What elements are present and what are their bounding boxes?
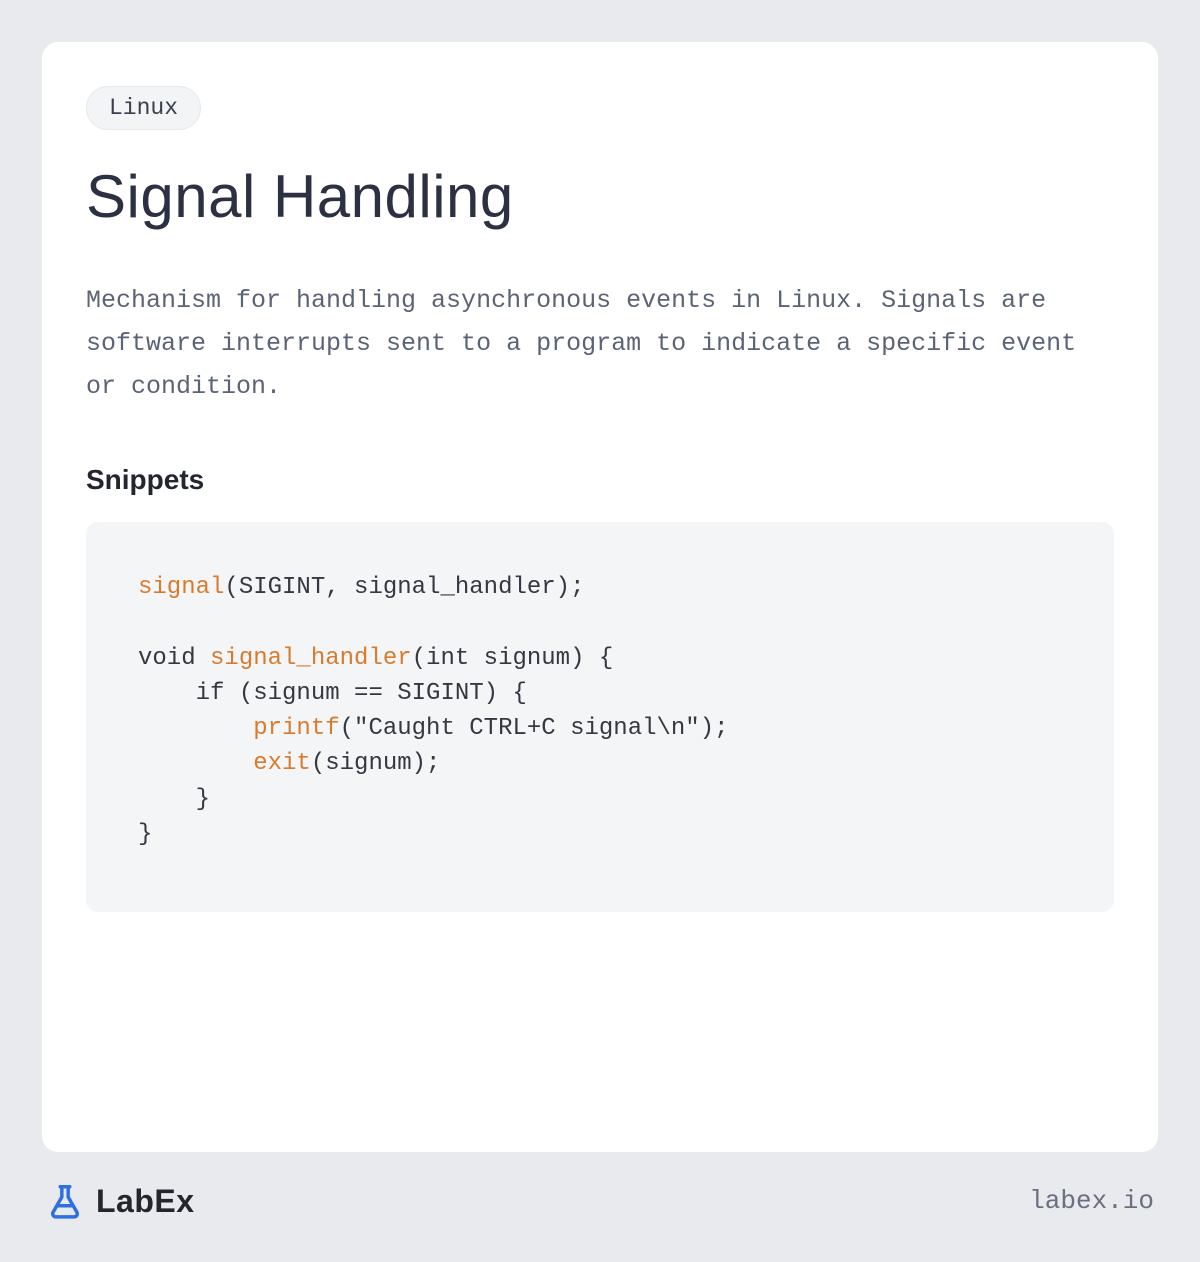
code-token: if (signum == SIGINT) { [138, 680, 527, 707]
content-card: Linux Signal Handling Mechanism for hand… [42, 42, 1158, 1152]
footer: LabEx labex.io [42, 1152, 1158, 1220]
code-token: } [138, 786, 210, 813]
code-token: (SIGINT, signal_handler); [224, 574, 584, 601]
code-token: } [138, 821, 152, 848]
code-token: void [138, 645, 210, 672]
brand: LabEx [46, 1182, 195, 1220]
code-token-fn: printf [253, 715, 339, 742]
code-snippet: signal(SIGINT, signal_handler); void sig… [86, 522, 1114, 912]
code-token: (int signum) { [412, 645, 614, 672]
code-token [138, 750, 253, 777]
code-token: ("Caught CTRL+C signal\n"); [340, 715, 729, 742]
code-token-fn: signal [138, 574, 224, 601]
code-token-fn: signal_handler [210, 645, 412, 672]
flask-icon [46, 1182, 84, 1220]
code-token [138, 715, 253, 742]
brand-domain: labex.io [1029, 1186, 1154, 1216]
code-token: (signum); [311, 750, 441, 777]
snippets-heading: Snippets [86, 464, 1114, 496]
brand-name: LabEx [96, 1183, 195, 1220]
category-tag: Linux [86, 86, 201, 130]
code-token-fn: exit [253, 750, 311, 777]
page-title: Signal Handling [86, 162, 1114, 231]
description-text: Mechanism for handling asynchronous even… [86, 279, 1114, 408]
